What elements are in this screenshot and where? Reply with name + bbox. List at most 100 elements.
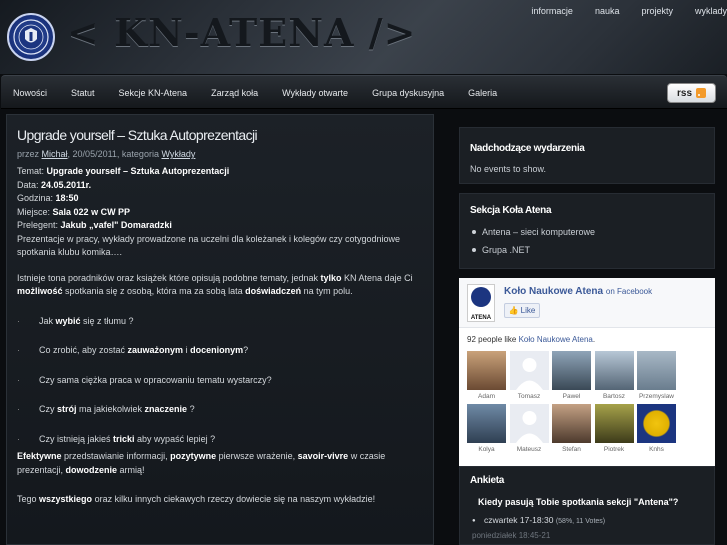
fan-avatar: [552, 404, 591, 443]
fan-face[interactable]: Kolya: [466, 404, 507, 453]
facebook-page-name[interactable]: Koło Naukowe Atena on Facebook: [504, 286, 652, 297]
data-value: 24.05.2011r.: [41, 179, 92, 190]
godzina-line: Godzina: 18:50: [17, 192, 423, 206]
b4-bold-stroj: strój: [57, 404, 77, 414]
rss-button[interactable]: rss: [667, 83, 716, 103]
facebook-page-logo[interactable]: ATENA: [467, 284, 495, 322]
b2-text-e: ?: [243, 345, 249, 355]
p2-text-b: przedstawianie informacji,: [61, 451, 171, 461]
bullet-item: Czy istnieją jakieś tricki aby wypaść le…: [17, 433, 423, 447]
top-nav-wyklady[interactable]: wyklady: [695, 6, 727, 16]
miejsce-line: Miejsce: Sala 022 w CW PP: [17, 206, 423, 220]
sekcja-item-grupa-net[interactable]: Grupa .NET: [470, 245, 595, 255]
fan-face[interactable]: Piotrek: [594, 404, 635, 453]
p2-text-i: armią!: [117, 464, 145, 475]
p1-text-e: spotkania się z osobą, która ma za sobą …: [62, 286, 246, 296]
bullet-item: Czy strój ma jakiekolwiek znaczenie ?: [17, 403, 423, 417]
university-seal-logo[interactable]: [7, 13, 55, 61]
count-prefix: 92 people like: [467, 335, 519, 344]
facebook-header: ATENA Koło Naukowe Atena on Facebook 👍 L…: [459, 278, 715, 328]
poll-question: Kiedy pasują Tobie spotkania sekcji "Ant…: [478, 497, 679, 507]
fan-avatar: [552, 351, 591, 390]
temat-label: Temat:: [17, 166, 45, 176]
poll-answer-2[interactable]: poniedziałek 18:45-21: [472, 531, 550, 540]
post-title[interactable]: Upgrade yourself – Sztuka Autoprezentacj…: [17, 127, 423, 143]
page-name-link[interactable]: Koło Naukowe Atena: [504, 286, 603, 297]
fan-avatar-placeholder: [509, 351, 549, 390]
site-title[interactable]: < KN-ATENA />: [67, 10, 416, 55]
fan-face[interactable]: Adam: [466, 351, 507, 400]
b4-text-c: ma jakiekolwiek: [76, 404, 145, 414]
nav-item-sekcje[interactable]: Sekcje KN-Atena: [119, 88, 188, 98]
p1-bold-mozliwosc: możliwość: [17, 286, 63, 296]
author-link[interactable]: Michał: [42, 149, 68, 159]
events-empty-text: No events to show.: [470, 164, 547, 174]
description-line-1: Prezentacje w pracy, wykłady prowadzone …: [17, 233, 401, 244]
category-link[interactable]: Wykłady: [161, 149, 195, 159]
top-nav: informacje nauka projekty wyklady: [509, 6, 727, 16]
top-nav-nauka[interactable]: nauka: [595, 6, 620, 16]
nav-item-wyklady-otwarte[interactable]: Wykłady otwarte: [282, 88, 348, 98]
top-nav-projekty[interactable]: projekty: [641, 6, 673, 16]
nav-item-statut[interactable]: Statut: [71, 88, 95, 98]
post-article: Upgrade yourself – Sztuka Autoprezentacj…: [6, 114, 434, 545]
poll-answer-1-stats: (58%, 11 Votes): [555, 518, 606, 525]
fan-face[interactable]: Bartosz: [594, 351, 635, 400]
poll-answer-1[interactable]: czwartek 17-18:30 (58%, 11 Votes): [472, 515, 605, 525]
fan-face[interactable]: Pawel: [551, 351, 592, 400]
b4-text-a: Czy: [39, 404, 57, 414]
rss-label: rss: [676, 87, 692, 99]
nav-item-grupa-dyskusyjna[interactable]: Grupa dyskusyjna: [372, 88, 444, 98]
sekcja-item-antena[interactable]: Antena – sieci komputerowe: [470, 227, 595, 237]
fan-avatar: [467, 404, 506, 443]
fan-name: Knhs: [649, 446, 664, 453]
fan-name: Stefan: [562, 446, 581, 453]
fan-avatar: [594, 404, 634, 443]
fan-avatar: [467, 351, 506, 390]
p1-text-a: Istnieje tona poradników oraz książek kt…: [17, 272, 321, 283]
p3-text-c: oraz kilku innych ciekawych rzeczy dowie…: [92, 494, 376, 504]
nav-item-zarzad[interactable]: Zarząd koła: [211, 88, 258, 98]
fan-name: Piotrek: [603, 446, 625, 453]
nav-item-nowosci[interactable]: Nowości: [13, 88, 47, 98]
paragraph-1: Istnieje tona poradników oraz książek kt…: [17, 272, 423, 299]
p2-bold-pozytywne: pozytywne: [170, 451, 217, 461]
b2-bold-docenionym: docenionym: [190, 345, 244, 355]
facebook-like-count: 92 people like Koło Naukowe Atena.: [467, 335, 595, 344]
p2-bold-efektywne: Efektywne: [17, 451, 62, 461]
bullet-item: Jak wybić się z tłumu ?: [17, 315, 423, 329]
p2-text-d: pierwsze wrażenie,: [216, 451, 298, 461]
rss-feed-icon: [696, 88, 706, 98]
p1-text-c: KN Atena daje Ci: [341, 272, 413, 283]
fan-face[interactable]: Przemyslaw: [636, 351, 677, 400]
temat-line: Temat: Upgrade yourself – Sztuka Autopre…: [17, 165, 423, 179]
b1-text-c: się z tłumu ?: [80, 315, 134, 326]
count-suffix: .: [592, 335, 596, 344]
p2-bold-dowodzenie: dowodzenie: [65, 464, 118, 475]
p2-bold-savoir-vivre: savoir-vivre: [297, 451, 349, 461]
b5-bold-tricki: tricki: [113, 433, 135, 444]
count-page-link[interactable]: Koło Naukowe Atena: [519, 335, 593, 344]
temat-value: Upgrade yourself – Sztuka Autoprezentacj…: [46, 166, 230, 176]
b1-text-a: Jak: [39, 315, 56, 326]
seal-emblem-icon: [13, 19, 49, 55]
top-nav-informacje[interactable]: informacje: [531, 6, 573, 16]
p3-text-a: Tego: [17, 494, 40, 504]
fan-face[interactable]: Knhs: [636, 404, 677, 453]
fan-name: Tomasz: [517, 393, 541, 400]
godzina-label: Godzina:: [17, 193, 54, 203]
b2-text-a: Co zrobić, aby zostać: [39, 345, 128, 355]
fan-face[interactable]: Mateusz: [509, 404, 550, 453]
poll-title: Ankieta: [470, 475, 505, 486]
nav-item-galeria[interactable]: Galeria: [468, 88, 497, 98]
default-user-icon: [515, 358, 543, 390]
facebook-like-box: ATENA Koło Naukowe Atena on Facebook 👍 L…: [459, 278, 715, 466]
description-line-2: spotkania klubu komika….: [17, 247, 123, 257]
prelegent-line: Prelegent: Jakub „vafel" Domaradzki: [17, 219, 423, 233]
facebook-like-button[interactable]: 👍 Like: [504, 303, 540, 318]
events-widget: Nadchodzące wydarzenia No events to show…: [459, 127, 715, 184]
logo-lettering: ATENA: [470, 315, 492, 321]
fan-face[interactable]: Tomasz: [509, 351, 550, 400]
fan-face[interactable]: Stefan: [551, 404, 592, 453]
facebook-fans-grid: Adam Tomasz Pawel Bartosz Przemyslaw Kol…: [466, 351, 711, 453]
